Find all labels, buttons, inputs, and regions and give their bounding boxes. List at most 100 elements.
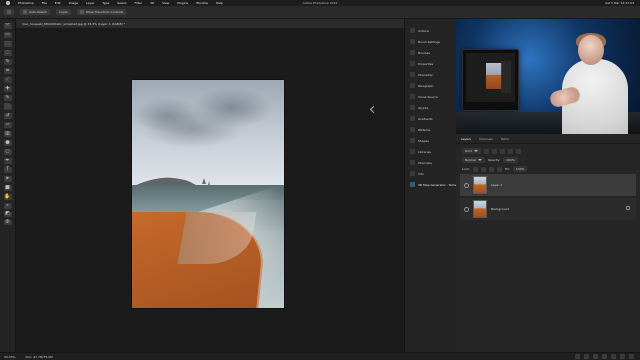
dock-item-brushes[interactable]: Brushes bbox=[405, 47, 456, 58]
link-layers-icon[interactable] bbox=[575, 354, 580, 359]
menubar-view[interactable]: View bbox=[162, 1, 169, 5]
menubar-edit[interactable]: Edit bbox=[55, 1, 61, 5]
opacity-label: Opacity: bbox=[487, 158, 501, 162]
artboard-tool[interactable]: ▭ bbox=[3, 32, 12, 38]
dock-item-actions[interactable]: Actions bbox=[405, 25, 456, 36]
filter-smart-object-icon[interactable] bbox=[515, 148, 521, 154]
lock-all-icon[interactable] bbox=[496, 166, 502, 172]
mask-icon[interactable] bbox=[593, 354, 598, 359]
lock-image-icon[interactable] bbox=[480, 166, 486, 172]
healing-brush-tool[interactable]: ✚ bbox=[3, 86, 12, 92]
clone-source-icon bbox=[410, 94, 415, 99]
blur-tool[interactable]: ● bbox=[3, 140, 12, 146]
gradient-tool[interactable]: ▥ bbox=[3, 131, 12, 137]
opacity-field[interactable]: 100% bbox=[503, 157, 518, 163]
filter-pixel-icon[interactable] bbox=[483, 148, 489, 154]
menubar-plugins[interactable]: Plugins bbox=[177, 1, 188, 5]
filter-shape-icon[interactable] bbox=[507, 148, 513, 154]
dock-item-character[interactable]: Character bbox=[405, 69, 456, 80]
lock-transparency-icon[interactable] bbox=[472, 166, 478, 172]
trash-icon[interactable] bbox=[629, 354, 634, 359]
menubar-3d[interactable]: 3D bbox=[150, 1, 154, 5]
path-select-tool[interactable]: ➤ bbox=[3, 176, 12, 182]
marquee-tool[interactable]: ⬚ bbox=[3, 40, 12, 47]
move-icon: ⤧ bbox=[5, 22, 10, 28]
menubar-layer[interactable]: Layer bbox=[86, 1, 94, 5]
new-layer-icon[interactable] bbox=[620, 354, 625, 359]
dock-item-paragraph[interactable]: Paragraph bbox=[405, 80, 456, 91]
lasso-tool[interactable]: ◌ bbox=[3, 50, 12, 56]
dodge-tool[interactable]: ○ bbox=[3, 149, 12, 155]
lock-position-icon[interactable] bbox=[488, 166, 494, 172]
hand-tool[interactable]: ✋ bbox=[3, 193, 12, 200]
menubar-file[interactable]: File bbox=[42, 1, 47, 5]
layer-name[interactable]: Layer 1 bbox=[491, 183, 502, 187]
dock-item-channels[interactable]: Channels bbox=[405, 157, 456, 168]
eyedropper-tool[interactable]: ⟋ bbox=[3, 77, 12, 83]
dock-item-glyphs[interactable]: Glyphs bbox=[405, 102, 456, 113]
canvas-workspace[interactable] bbox=[16, 29, 404, 360]
crop-tool[interactable]: ⌗ bbox=[3, 67, 12, 74]
layer-row[interactable]: Layer 1 bbox=[460, 174, 636, 196]
tab-paths[interactable]: Paths bbox=[501, 137, 509, 143]
layer-row[interactable]: Background bbox=[460, 198, 636, 220]
dock-item-shapes[interactable]: Shapes bbox=[405, 135, 456, 146]
menubar-image[interactable]: Image bbox=[69, 1, 78, 5]
fill-field[interactable]: 100% bbox=[512, 166, 528, 172]
zoom-level[interactable]: 33.33% bbox=[4, 355, 15, 359]
fx-icon[interactable] bbox=[584, 354, 589, 359]
menubar-app[interactable]: Photoshop bbox=[18, 1, 34, 5]
filter-adjustment-icon[interactable] bbox=[491, 148, 497, 154]
chevron-down-icon bbox=[477, 159, 482, 161]
type-tool[interactable]: T bbox=[3, 167, 12, 173]
auto-select-dropdown[interactable]: Layer bbox=[56, 9, 71, 15]
layer-name[interactable]: Background bbox=[491, 207, 509, 211]
channels-icon bbox=[410, 160, 415, 165]
document-tab[interactable]: mac_housestl_6f0dd47ebc_smashed.jpg @ 33… bbox=[16, 19, 404, 29]
shape-tool[interactable]: ■ bbox=[3, 185, 12, 191]
tools-panel: ⤧ ▭ ⬚ ◌ ✎ ⌗ ⟋ ✚ ✎ ⬛ ↺ ▱ ▥ ● ○ ✒ T ➤ ■ ✋ … bbox=[0, 19, 16, 360]
visibility-eye-icon[interactable] bbox=[464, 182, 469, 188]
dock-item-info[interactable]: Info bbox=[405, 168, 456, 179]
visibility-eye-icon[interactable] bbox=[464, 206, 469, 212]
dock-item-properties[interactable]: Properties bbox=[405, 58, 456, 69]
dock-item-clone-source[interactable]: Clone Source bbox=[405, 91, 456, 102]
layer-kind-filter[interactable]: Kind bbox=[462, 148, 481, 154]
clone-stamp-tool[interactable]: ⬛ bbox=[3, 104, 12, 110]
quick-mask[interactable]: ◍ bbox=[3, 219, 12, 225]
document-canvas[interactable] bbox=[132, 80, 284, 308]
zoom-tool[interactable]: ⌕ bbox=[3, 203, 12, 209]
auto-select-toggle[interactable]: Auto-Select: bbox=[20, 9, 51, 15]
dock-item-3d-map-generator[interactable]: 3D Map Generator - Terrain bbox=[405, 179, 459, 190]
eraser-tool[interactable]: ▱ bbox=[3, 122, 12, 128]
menubar-window[interactable]: Window bbox=[196, 1, 208, 5]
marquee-icon: ⬚ bbox=[5, 40, 10, 46]
menubar-select[interactable]: Select bbox=[117, 1, 126, 5]
adjustment-icon[interactable] bbox=[602, 354, 607, 359]
blend-mode-dropdown[interactable]: Normal bbox=[462, 157, 485, 163]
menubar-help[interactable]: Help bbox=[216, 1, 223, 5]
filter-type-icon[interactable] bbox=[499, 148, 505, 154]
quick-select-tool[interactable]: ✎ bbox=[3, 59, 12, 65]
show-transform-controls-toggle[interactable]: Show Transform Controls bbox=[76, 9, 127, 15]
folder-icon[interactable] bbox=[611, 354, 616, 359]
history-brush-tool[interactable]: ↺ bbox=[3, 113, 12, 119]
pen-tool[interactable]: ✒ bbox=[3, 158, 12, 164]
dock-item-gradients[interactable]: Gradients bbox=[405, 113, 456, 124]
dock-item-libraries[interactable]: Libraries bbox=[405, 146, 456, 157]
color-swatches[interactable]: ◩ bbox=[3, 211, 12, 217]
apple-icon[interactable] bbox=[6, 1, 10, 5]
move-tool[interactable]: ⤧ bbox=[3, 22, 12, 29]
crop-icon: ⌗ bbox=[6, 67, 9, 73]
menubar-filter[interactable]: Filter bbox=[135, 1, 142, 5]
tab-layers[interactable]: Layers bbox=[461, 137, 471, 143]
brush-tool[interactable]: ✎ bbox=[3, 95, 12, 101]
move-tool-options[interactable] bbox=[4, 9, 14, 15]
dock-item-brush-settings[interactable]: Brush Settings bbox=[405, 36, 456, 47]
dock-item-patterns[interactable]: Patterns bbox=[405, 124, 456, 135]
tab-channels[interactable]: Channels bbox=[479, 137, 493, 143]
layers-filter-row: Kind bbox=[462, 148, 634, 154]
hand-icon: ✋ bbox=[4, 193, 11, 199]
video-mini-panel bbox=[501, 61, 511, 93]
menubar-type[interactable]: Type bbox=[102, 1, 109, 5]
